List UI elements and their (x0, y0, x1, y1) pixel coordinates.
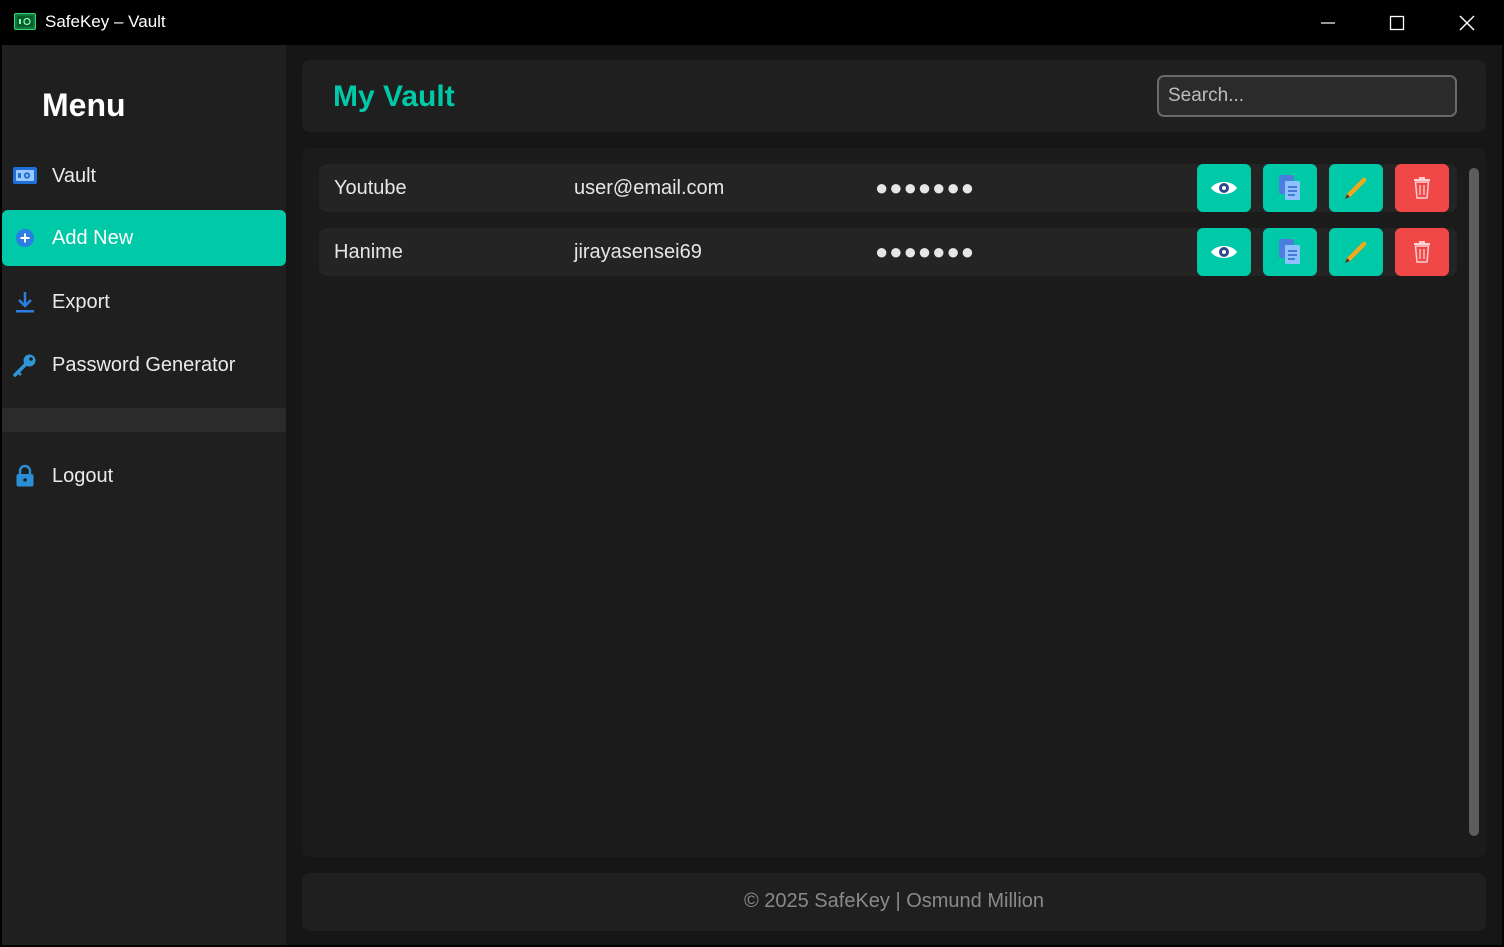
sidebar-item-label: Vault (52, 164, 97, 187)
maximize-icon (1389, 15, 1405, 30)
close-icon (1459, 15, 1475, 30)
trash-icon (1414, 177, 1430, 199)
sidebar-item-label: Password Generator (52, 353, 236, 376)
entry-site: Youtube (334, 177, 407, 199)
entry-site: Hanime (334, 241, 403, 263)
logout-button[interactable]: Logout (2, 448, 286, 504)
download-icon (12, 290, 38, 314)
sidebar: Menu Vault Add New Export Password Gener… (2, 45, 286, 945)
key-icon (12, 353, 38, 377)
minimize-button[interactable] (1298, 0, 1358, 45)
delete-button[interactable] (1395, 164, 1449, 212)
menu-title: Menu (42, 87, 126, 123)
window-titlebar: SafeKey – Vault (0, 0, 1504, 45)
search-input[interactable] (1157, 75, 1457, 117)
sidebar-item-label: Export (52, 290, 110, 313)
sidebar-item-label: Add New (52, 226, 134, 249)
vault-safe-icon (12, 164, 38, 188)
plus-circle-icon (12, 226, 38, 250)
footer: © 2025 SafeKey | Osmund Million (302, 873, 1486, 931)
sidebar-item-vault[interactable]: Vault (2, 148, 286, 204)
pencil-icon (1345, 241, 1367, 263)
sidebar-item-password-generator[interactable]: Password Generator (2, 337, 286, 393)
sidebar-item-add-new[interactable]: Add New (2, 210, 286, 266)
view-password-button[interactable] (1197, 228, 1251, 276)
copy-button[interactable] (1263, 228, 1317, 276)
entry-username: user@email.com (574, 177, 725, 199)
page-title: My Vault (333, 80, 455, 113)
copy-icon (1279, 175, 1300, 200)
view-password-button[interactable] (1197, 164, 1251, 212)
main-content: My Vault Youtube user@email.com ●●●●●●● (286, 45, 1502, 945)
window-title: SafeKey – Vault (45, 12, 166, 31)
vault-list: Youtube user@email.com ●●●●●●● Hanime ji… (302, 148, 1486, 857)
edit-button[interactable] (1329, 164, 1383, 212)
vault-entry-row: Youtube user@email.com ●●●●●●● (319, 164, 1457, 212)
trash-icon (1414, 241, 1430, 263)
vertical-scrollbar[interactable] (1469, 168, 1479, 836)
header-bar: My Vault (302, 60, 1486, 132)
sidebar-item-export[interactable]: Export (2, 274, 286, 330)
lock-icon (12, 464, 38, 488)
safe-app-icon (14, 13, 36, 30)
pencil-icon (1345, 177, 1367, 199)
logout-label: Logout (52, 464, 114, 487)
eye-icon (1211, 182, 1237, 194)
sidebar-divider (2, 408, 286, 432)
eye-icon (1211, 246, 1237, 258)
edit-button[interactable] (1329, 228, 1383, 276)
copy-icon (1279, 239, 1300, 264)
maximize-button[interactable] (1367, 0, 1427, 45)
vault-entry-row: Hanime jirayasensei69 ●●●●●●● (319, 228, 1457, 276)
delete-button[interactable] (1395, 228, 1449, 276)
close-button[interactable] (1437, 0, 1497, 45)
minimize-icon (1321, 21, 1335, 24)
footer-text: © 2025 SafeKey | Osmund Million (743, 890, 1045, 912)
copy-button[interactable] (1263, 164, 1317, 212)
entry-password: ●●●●●●● (875, 239, 976, 264)
entry-username: jirayasensei69 (574, 241, 702, 263)
entry-password: ●●●●●●● (875, 175, 976, 200)
